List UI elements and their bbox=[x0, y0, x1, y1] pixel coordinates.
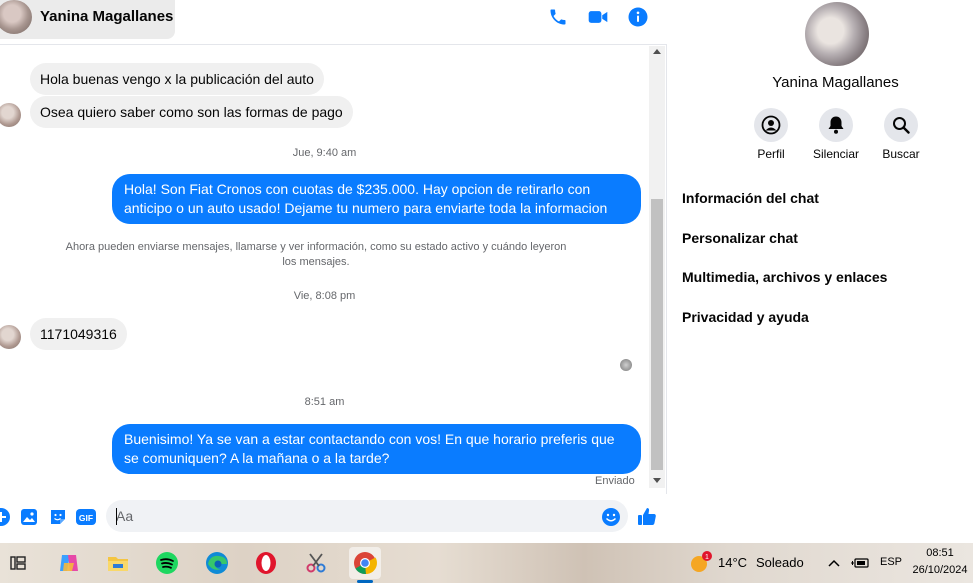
weather-condition[interactable]: Soleado bbox=[756, 555, 804, 570]
profile-label: Perfil bbox=[757, 147, 785, 161]
timestamp: Vie, 8:08 pm bbox=[293, 290, 356, 302]
message-incoming[interactable]: 1171049316 bbox=[30, 318, 127, 350]
gif-icon[interactable]: GIF bbox=[75, 506, 97, 528]
header-contact[interactable]: Yanina Magallanes bbox=[0, 0, 175, 39]
weather-temperature[interactable]: 14°C bbox=[718, 555, 747, 570]
chrome-icon[interactable] bbox=[349, 547, 381, 579]
sent-status: Enviado bbox=[595, 475, 635, 487]
chat-panel: Yanina Magallanes Hola buenas vengo x la… bbox=[0, 0, 667, 543]
profile-icon[interactable] bbox=[754, 108, 788, 142]
avatar[interactable] bbox=[805, 2, 869, 66]
svg-text:GIF: GIF bbox=[79, 513, 93, 523]
message-incoming[interactable]: Hola buenas vengo x la publicación del a… bbox=[30, 63, 324, 95]
avatar[interactable] bbox=[0, 325, 21, 349]
file-explorer-icon[interactable] bbox=[102, 547, 134, 579]
text-caret bbox=[116, 508, 117, 525]
mute-button[interactable]: Silenciar bbox=[801, 108, 871, 161]
edge-icon[interactable] bbox=[201, 547, 233, 579]
menu-privacy-help[interactable]: Privacidad y ayuda bbox=[682, 309, 809, 325]
contact-name: Yanina Magallanes bbox=[772, 74, 899, 91]
chat-header: Yanina Magallanes bbox=[0, 0, 667, 45]
language-indicator[interactable]: ESP bbox=[880, 556, 902, 568]
search-icon[interactable] bbox=[884, 108, 918, 142]
bell-icon[interactable] bbox=[819, 108, 853, 142]
add-icon[interactable] bbox=[0, 506, 12, 528]
chevron-up-icon[interactable] bbox=[820, 547, 848, 579]
message-incoming[interactable]: Osea quiero saber como son las formas de… bbox=[30, 96, 353, 128]
message-outgoing[interactable]: Buenisimo! Ya se van a estar contactando… bbox=[112, 424, 641, 474]
menu-chat-info[interactable]: Información del chat bbox=[682, 190, 819, 206]
taskbar: 1 14°C Soleado ESP 08:51 26/10/2024 bbox=[0, 543, 973, 583]
timestamp: Jue, 9:40 am bbox=[292, 147, 357, 159]
message-input[interactable] bbox=[106, 500, 628, 532]
chat-info-panel: Yanina Magallanes Perfil Silenciar Busca… bbox=[668, 0, 973, 543]
mute-label: Silenciar bbox=[812, 147, 860, 161]
message-list[interactable]: Hola buenas vengo x la publicación del a… bbox=[0, 46, 649, 494]
svg-text:1: 1 bbox=[705, 554, 709, 561]
phone-icon[interactable] bbox=[546, 5, 570, 29]
emoji-icon[interactable] bbox=[600, 506, 622, 528]
timestamp: 8:51 am bbox=[304, 396, 345, 408]
info-icon[interactable] bbox=[626, 5, 650, 29]
avatar[interactable] bbox=[0, 0, 32, 34]
battery-icon[interactable] bbox=[846, 547, 874, 579]
like-icon[interactable] bbox=[636, 506, 658, 528]
search-button[interactable]: Buscar bbox=[866, 108, 936, 161]
clock-time[interactable]: 08:51 bbox=[910, 547, 970, 559]
sticker-icon[interactable] bbox=[47, 506, 69, 528]
encryption-notice: Ahora pueden enviarse mensajes, llamarse… bbox=[65, 241, 567, 268]
contact-name[interactable]: Yanina Magallanes bbox=[40, 8, 173, 25]
snipping-icon[interactable] bbox=[300, 547, 332, 579]
message-outgoing[interactable]: Hola! Son Fiat Cronos con cuotas de $235… bbox=[112, 174, 641, 224]
video-call-icon[interactable] bbox=[586, 5, 610, 29]
avatar[interactable] bbox=[0, 103, 21, 127]
menu-media-files-links[interactable]: Multimedia, archivos y enlaces bbox=[682, 269, 887, 285]
menu-customize-chat[interactable]: Personalizar chat bbox=[682, 230, 798, 246]
composer: GIF bbox=[0, 494, 667, 543]
scrollbar-thumb[interactable] bbox=[651, 199, 663, 470]
copilot-icon[interactable] bbox=[53, 547, 85, 579]
search-label: Buscar bbox=[882, 147, 920, 161]
weather-icon[interactable]: 1 bbox=[684, 547, 716, 579]
profile-button[interactable]: Perfil bbox=[736, 108, 806, 161]
read-receipt-avatar bbox=[620, 359, 632, 371]
clock-date[interactable]: 26/10/2024 bbox=[910, 564, 970, 576]
scrollbar[interactable] bbox=[649, 46, 665, 488]
spotify-icon[interactable] bbox=[151, 547, 183, 579]
task-view-icon[interactable] bbox=[2, 547, 34, 579]
image-icon[interactable] bbox=[18, 506, 40, 528]
opera-icon[interactable] bbox=[250, 547, 282, 579]
scroll-up-arrow[interactable] bbox=[653, 49, 661, 54]
scroll-down-arrow[interactable] bbox=[653, 478, 661, 483]
